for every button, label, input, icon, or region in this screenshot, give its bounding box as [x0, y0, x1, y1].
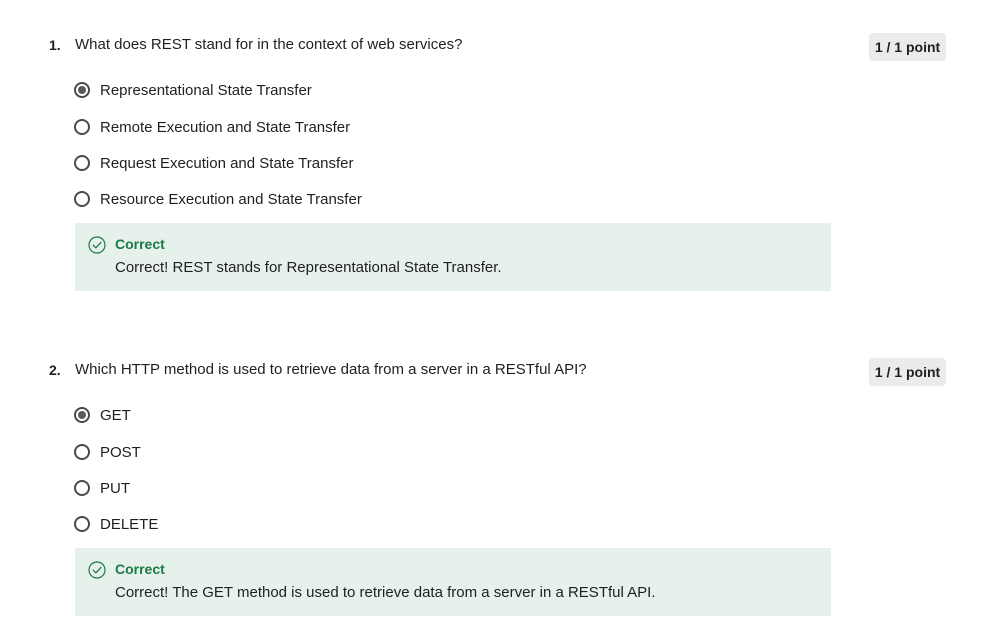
feedback-correct: Correct Correct! The GET method is used … [75, 548, 831, 616]
option-label: Request Execution and State Transfer [100, 154, 354, 172]
option-label: POST [100, 443, 141, 461]
option-post[interactable]: POST [74, 441, 141, 463]
radio-button[interactable] [74, 480, 90, 496]
radio-button-selected[interactable] [74, 82, 90, 98]
radio-button[interactable] [74, 155, 90, 171]
feedback-correct: Correct Correct! REST stands for Represe… [75, 223, 831, 291]
option-label: Representational State Transfer [100, 81, 312, 99]
radio-button[interactable] [74, 444, 90, 460]
check-circle-icon [88, 236, 106, 254]
option-put[interactable]: PUT [74, 477, 130, 499]
option-get[interactable]: GET [74, 404, 131, 426]
option-label: PUT [100, 479, 130, 497]
question-number: 1. [49, 37, 61, 53]
check-circle-icon [88, 561, 106, 579]
points-badge: 1 / 1 point [869, 358, 946, 386]
option-label: DELETE [100, 515, 159, 533]
feedback-text: Correct! REST stands for Representationa… [115, 259, 502, 276]
feedback-text: Correct! The GET method is used to retri… [115, 584, 656, 601]
option-label: Remote Execution and State Transfer [100, 118, 351, 136]
option-delete[interactable]: DELETE [74, 513, 158, 535]
option-remote-execution-and-state-transfer[interactable]: Remote Execution and State Transfer [74, 116, 350, 138]
option-label: Resource Execution and State Transfer [100, 190, 362, 208]
points-badge: 1 / 1 point [869, 33, 946, 61]
option-resource-execution-and-state-transfer[interactable]: Resource Execution and State Transfer [74, 188, 362, 210]
question-text: What does REST stand for in the context … [75, 36, 463, 53]
radio-button[interactable] [74, 119, 90, 135]
option-request-execution-and-state-transfer[interactable]: Request Execution and State Transfer [74, 152, 353, 174]
radio-button[interactable] [74, 516, 90, 532]
option-label: GET [100, 406, 131, 424]
question-number: 2. [49, 362, 61, 378]
question-text: Which HTTP method is used to retrieve da… [75, 361, 587, 378]
radio-button-selected[interactable] [74, 407, 90, 423]
feedback-title: Correct [115, 561, 165, 577]
option-representational-state-transfer[interactable]: Representational State Transfer [74, 79, 312, 101]
feedback-title: Correct [115, 236, 165, 252]
radio-button[interactable] [74, 191, 90, 207]
